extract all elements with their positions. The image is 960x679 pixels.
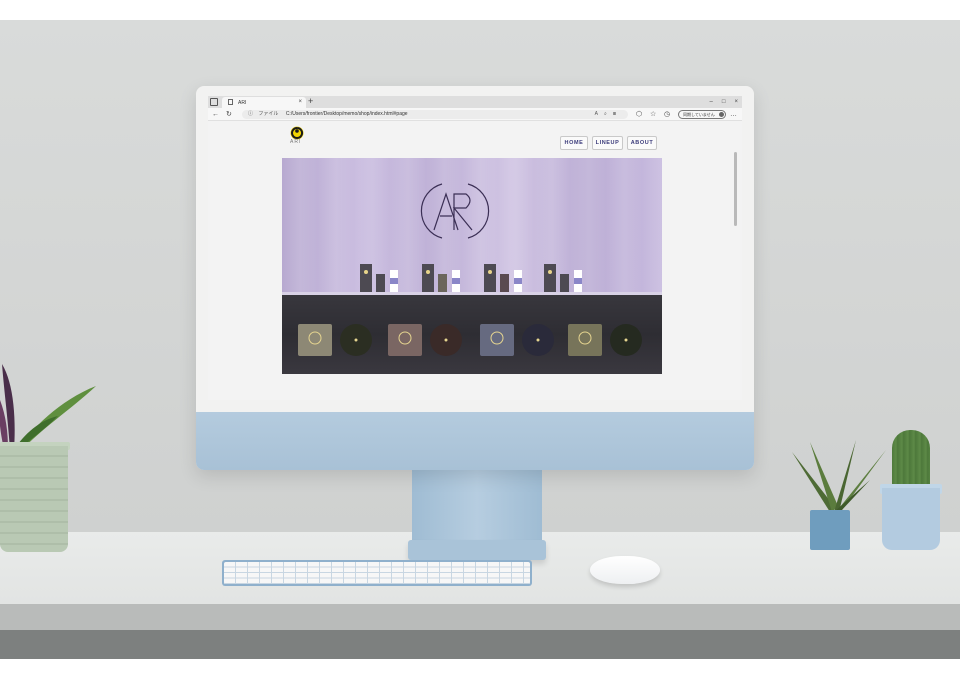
document-icon [228, 99, 233, 105]
address-bar[interactable]: ⓘ ファイル C:/Users/frontier/Desktop/memo/sh… [242, 110, 628, 119]
succulent-pot [810, 510, 850, 550]
tab-close-icon[interactable]: × [298, 99, 302, 105]
bottom-margin [0, 659, 960, 679]
window-controls: – □ × [710, 96, 738, 108]
minimize-button[interactable]: – [710, 96, 713, 108]
web-page: ARI HOME LINEUP ABOUT [208, 122, 742, 400]
desk-edge [0, 604, 960, 630]
profile-avatar [719, 112, 724, 117]
monitor-stand-base [408, 540, 546, 560]
sync-button[interactable]: 同期していません [678, 110, 726, 119]
app-available-icon[interactable]: ⊞ [613, 111, 622, 117]
refresh-icon[interactable]: ↻ [226, 110, 232, 119]
browser-tab-bar: ARI × + – □ × [208, 96, 742, 108]
screen: ARI × + – □ × ← ↻ ⓘ ファイル C:/Users/fronti… [208, 96, 742, 400]
back-icon[interactable]: ← [212, 110, 219, 119]
tab-ari[interactable]: ARI × [222, 97, 306, 108]
sync-label: 同期していません [683, 112, 715, 117]
nav-lineup[interactable]: LINEUP [592, 136, 623, 150]
maximize-button[interactable]: □ [722, 96, 726, 108]
tab-title: ARI [238, 100, 247, 106]
browser-toolbar: ← ↻ ⓘ ファイル C:/Users/frontier/Desktop/mem… [208, 108, 742, 121]
address-url: C:/Users/frontier/Desktop/memo/shop/inde… [285, 111, 408, 117]
address-bar-actions: A⌕⊞ [595, 110, 622, 119]
left-plant-pot [0, 446, 68, 552]
site-logo[interactable] [290, 126, 304, 140]
read-aloud-icon[interactable]: A [595, 111, 604, 117]
succulent-leaves [792, 440, 886, 512]
address-scheme-label: ファイル [258, 111, 279, 117]
monitor: ARI × + – □ × ← ↻ ⓘ ファイル C:/Users/fronti… [196, 86, 754, 470]
cactus [892, 430, 930, 490]
nav-about[interactable]: ABOUT [627, 136, 657, 150]
monitor-stand [412, 468, 542, 540]
site-logo-text: ARI [290, 139, 302, 145]
extensions-icon[interactable]: ⬡ [636, 110, 642, 119]
more-menu-icon[interactable]: … [730, 110, 737, 119]
history-icon[interactable]: ◷ [664, 110, 670, 119]
keyboard [222, 560, 532, 586]
info-icon[interactable]: ⓘ [248, 111, 253, 117]
nav-home[interactable]: HOME [560, 136, 588, 150]
hero-bottles [360, 264, 582, 292]
close-window-button[interactable]: × [734, 96, 738, 108]
hero-compacts [298, 324, 642, 356]
monitor-chin [196, 412, 754, 470]
tab-actions-icon[interactable] [210, 98, 218, 106]
cactus-pot [882, 488, 940, 550]
mouse [590, 556, 660, 584]
favorites-icon[interactable]: ☆ [650, 110, 656, 119]
zoom-icon[interactable]: ⌕ [604, 111, 613, 117]
left-plant-leaves [0, 364, 96, 450]
desk-shadow [0, 630, 960, 659]
hero-image [282, 158, 662, 374]
hero-brand-logo [420, 183, 490, 239]
keyboard-key-rows [224, 562, 530, 584]
new-tab-button[interactable]: + [308, 96, 313, 107]
page-scrollbar[interactable] [734, 152, 737, 226]
